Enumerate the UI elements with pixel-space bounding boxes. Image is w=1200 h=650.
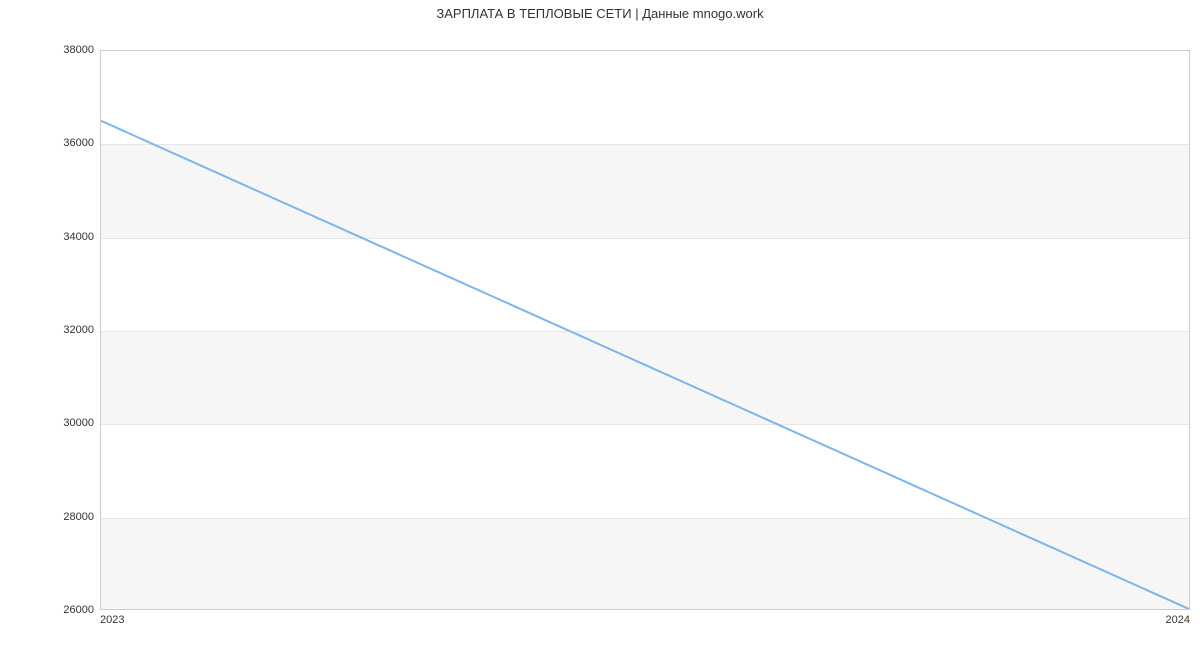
y-tick-label: 28000: [0, 511, 94, 523]
y-tick-label: 34000: [0, 231, 94, 243]
x-tick-label: 2023: [100, 614, 124, 626]
series-line: [101, 121, 1189, 609]
y-tick-label: 26000: [0, 604, 94, 616]
chart-title: ЗАРПЛАТА В ТЕПЛОВЫЕ СЕТИ | Данные mnogo.…: [0, 6, 1200, 21]
line-series: [101, 51, 1189, 609]
chart-stage: ЗАРПЛАТА В ТЕПЛОВЫЕ СЕТИ | Данные mnogo.…: [0, 0, 1200, 650]
y-tick-label: 30000: [0, 417, 94, 429]
y-tick-label: 32000: [0, 324, 94, 336]
plot-area: [100, 50, 1190, 610]
y-tick-label: 36000: [0, 137, 94, 149]
y-tick-label: 38000: [0, 44, 94, 56]
x-tick-label: 2024: [1166, 614, 1190, 626]
